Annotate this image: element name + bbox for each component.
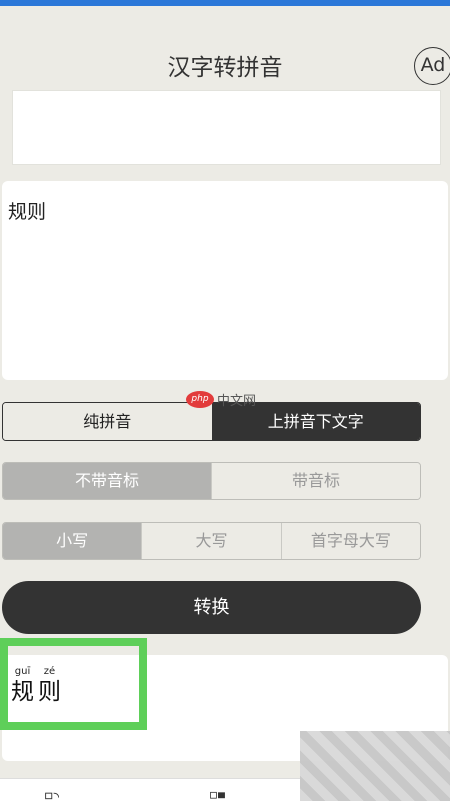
case-option-lower[interactable]: 小写 — [3, 523, 143, 559]
blurred-overlay — [300, 731, 450, 801]
chinese-input-text[interactable]: 规则 — [8, 197, 46, 224]
tone-option-without[interactable]: 不带音标 — [3, 463, 212, 499]
page-title: 汉字转拼音 — [167, 55, 283, 81]
chinese-input-area[interactable] — [2, 181, 448, 380]
ad-badge[interactable]: Ad — [414, 47, 450, 85]
case-option-upper[interactable]: 大写 — [142, 523, 282, 559]
mode-option-pinyin-only[interactable]: 纯拼音 — [3, 403, 212, 440]
tab-icon-2[interactable] — [210, 789, 226, 801]
convert-button[interactable]: 转换 — [2, 581, 421, 634]
site-watermark: php 中文网 — [186, 390, 256, 409]
watermark-text: 中文网 — [217, 394, 257, 409]
tab-icon-1[interactable] — [45, 789, 61, 801]
highlight-frame — [0, 638, 147, 730]
php-logo: php — [186, 391, 214, 408]
letter-case-toggle: 小写 大写 首字母大写 — [2, 522, 421, 560]
case-option-capitalize[interactable]: 首字母大写 — [281, 523, 420, 559]
tone-mark-toggle: 不带音标 带音标 — [2, 462, 421, 500]
ad-banner[interactable] — [12, 90, 441, 165]
status-bar — [0, 0, 450, 6]
tone-option-with[interactable]: 带音标 — [212, 463, 420, 499]
